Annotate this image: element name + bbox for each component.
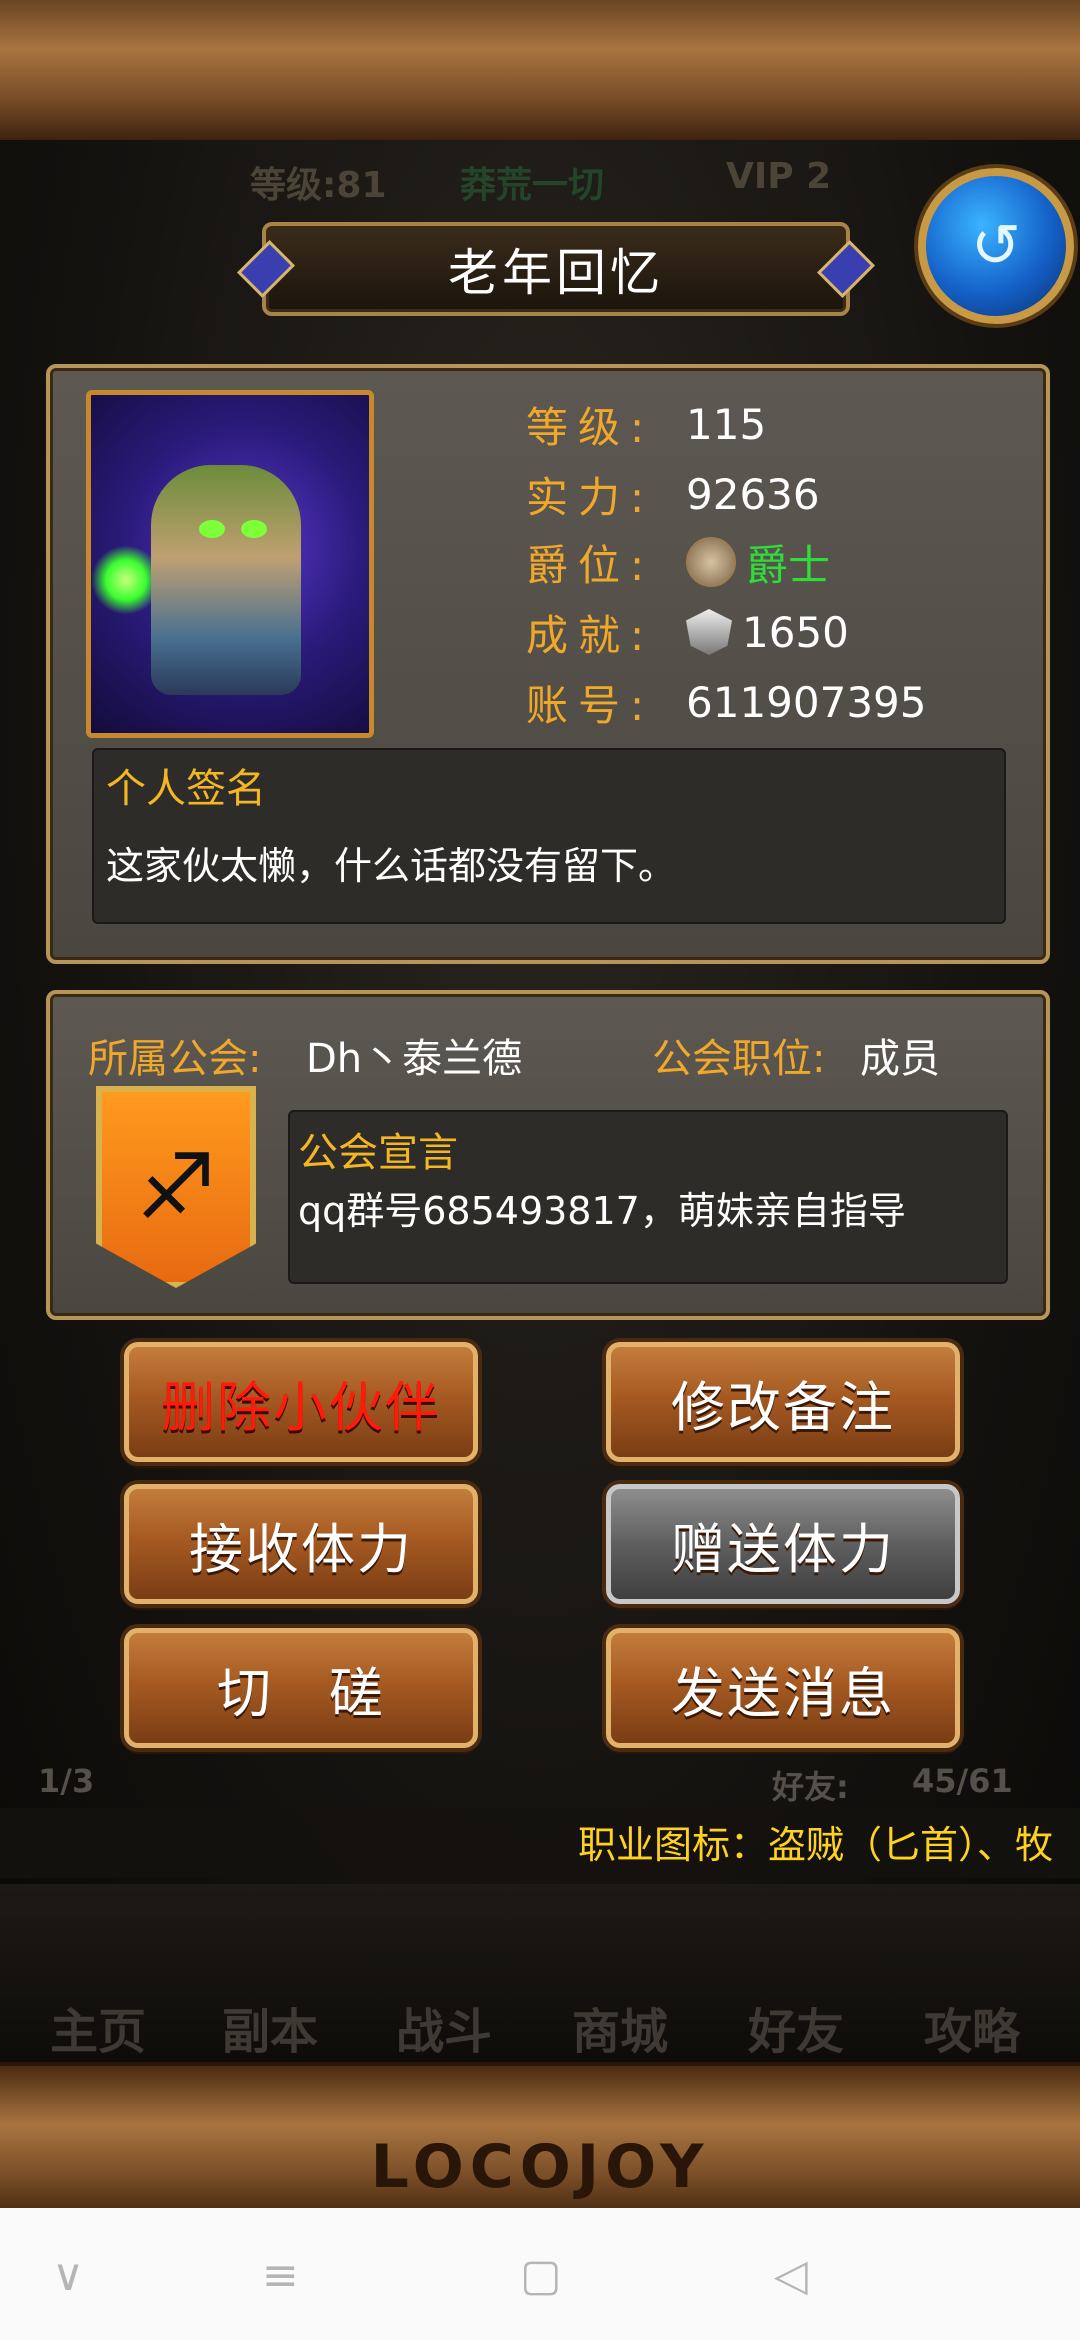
hero-eye — [199, 520, 225, 538]
stat-achievement: 成就: 1650 — [526, 604, 849, 660]
guild-name: Dh丶泰兰德 — [306, 1036, 523, 1082]
back-triangle-icon[interactable]: ◁ — [774, 2250, 808, 2301]
guild-label: 所属公会: — [88, 1036, 262, 1082]
menu-icon[interactable]: ≡ — [262, 2250, 299, 2301]
send-message-button[interactable]: 发送消息 — [606, 1628, 960, 1748]
bg-vip-text: VIP 2 — [726, 156, 832, 197]
declaration-text: qq群号685493817，萌妹亲自指导 — [298, 1189, 906, 1233]
stat-label: 爵位: — [526, 540, 655, 590]
nav-battle[interactable]: 战斗 — [396, 1992, 492, 2062]
back-button[interactable]: ↺ — [918, 168, 1074, 324]
delete-friend-button[interactable]: 删除小伙伴 — [124, 1342, 478, 1462]
stat-value: 1650 — [742, 607, 849, 657]
stat-value: 115 — [686, 399, 767, 449]
signature-text: 这家伙太懒，什么话都没有留下。 — [106, 844, 677, 888]
page-title: 老年回忆 — [448, 244, 664, 302]
edit-note-button[interactable]: 修改备注 — [606, 1342, 960, 1462]
bottom-nav — [0, 1884, 1080, 2062]
home-square-icon[interactable]: ▢ — [520, 2250, 562, 2301]
list-page-indicator: 1/3 — [38, 1762, 95, 1800]
bg-slogan-text: 莽荒一切 — [460, 165, 605, 206]
rank-badge-icon — [686, 537, 736, 587]
top-wood-frame — [0, 0, 1080, 144]
guild-position-label: 公会职位: — [652, 1036, 826, 1082]
stat-label: 实力: — [526, 472, 655, 522]
nav-guide[interactable]: 攻略 — [924, 1992, 1020, 2062]
swirl-back-icon: ↺ — [970, 211, 1022, 281]
stat-rank: 爵位: 爵士 — [526, 534, 830, 590]
stat-label: 等级: — [526, 402, 655, 452]
nav-shop[interactable]: 商城 — [572, 1992, 668, 2062]
stat-level: 等级: 115 — [526, 396, 766, 452]
bg-level-text: 等级:81 — [250, 165, 387, 206]
nav-home[interactable]: 主页 — [50, 1992, 146, 2062]
guild-position-value: 成员 — [860, 1036, 940, 1082]
hero-portrait[interactable] — [86, 390, 374, 738]
friends-count-label: 好友: — [772, 1768, 849, 1806]
stat-label: 账号: — [526, 680, 655, 730]
hero-eye — [241, 520, 267, 538]
stat-value: 611907395 — [686, 677, 927, 727]
signature-title: 个人签名 — [106, 766, 266, 812]
stat-value: 爵士 — [746, 540, 831, 590]
collapse-chevron-icon[interactable]: ∨ — [52, 2250, 84, 2301]
stat-power: 实力: 92636 — [526, 466, 820, 522]
stat-account: 账号: 611907395 — [526, 674, 927, 730]
send-stamina-button[interactable]: 赠送体力 — [606, 1484, 960, 1604]
nav-dungeon[interactable]: 副本 — [222, 1992, 318, 2062]
locojoy-logo: LOCOJOY — [370, 2132, 710, 2202]
hero-figure — [151, 465, 301, 695]
stat-label: 成就: — [526, 610, 655, 660]
stat-value: 92636 — [686, 469, 820, 519]
achievement-shield-icon — [686, 609, 732, 655]
ticker-text: 职业图标：盗贼（匕首）、牧 — [578, 1823, 1054, 1867]
receive-stamina-button[interactable]: 接收体力 — [124, 1484, 478, 1604]
duel-button[interactable]: 切 磋 — [124, 1628, 478, 1748]
friends-count: 45/61 — [912, 1762, 1013, 1800]
title-banner: 老年回忆 — [237, 222, 875, 316]
declaration-title: 公会宣言 — [298, 1130, 458, 1176]
nav-friends[interactable]: 好友 — [748, 1992, 844, 2062]
